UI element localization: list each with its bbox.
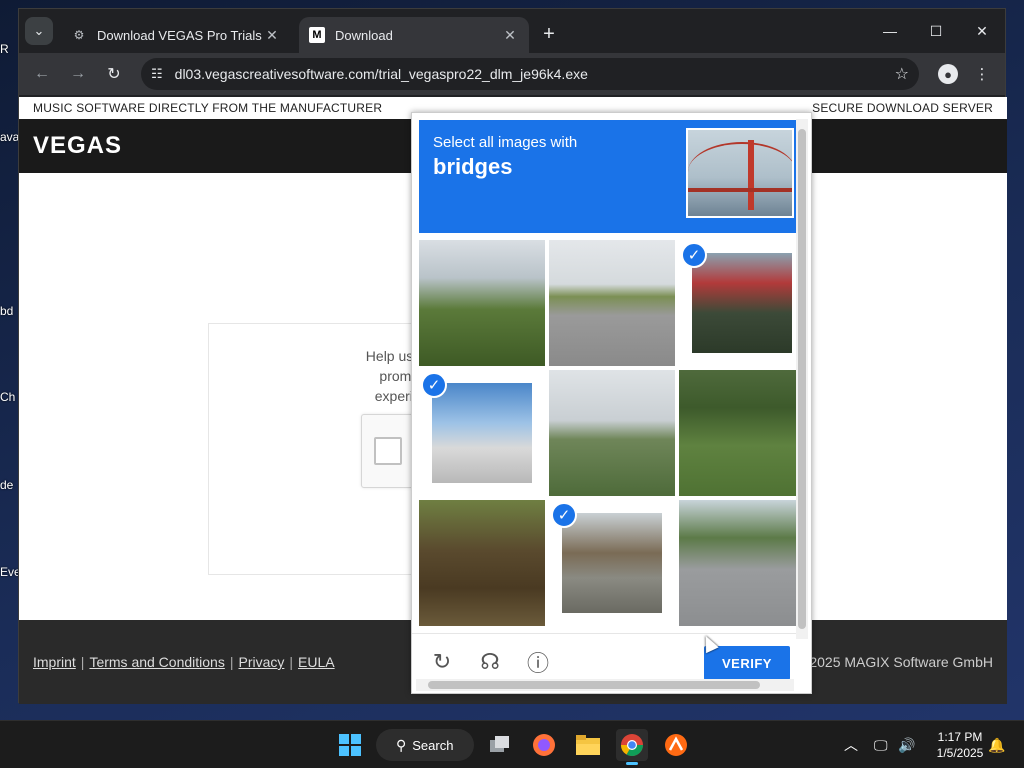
desktop-icon-label[interactable]: Ch (0, 390, 18, 404)
footer-link-imprint[interactable]: Imprint (33, 654, 76, 670)
tile-bridge-trees[interactable] (549, 370, 675, 496)
close-icon[interactable]: ✕ (501, 27, 519, 44)
tab-search-button[interactable]: ⌄ (25, 17, 53, 45)
tab-download[interactable]: M Download ✕ (299, 17, 529, 53)
footer-link-eula[interactable]: EULA (298, 654, 335, 670)
tab-title: Download (335, 27, 393, 43)
desktop-icon-label[interactable]: de (0, 478, 18, 492)
tile-overpass-road[interactable] (549, 240, 675, 366)
tile-curved-bridge[interactable]: ✓ (419, 370, 545, 496)
url-text: dl03.vegascreativesoftware.com/trial_veg… (174, 66, 588, 82)
file-explorer-icon[interactable] (572, 729, 604, 761)
tile-bushes[interactable] (419, 500, 545, 626)
menu-button[interactable]: ⋮ (967, 59, 997, 89)
secure-server-label: SECURE DOWNLOAD SERVER (812, 101, 993, 115)
minimize-button[interactable]: — (867, 9, 913, 53)
forward-button[interactable]: → (63, 59, 93, 89)
window-controls: — ☐ ✕ (867, 9, 1005, 53)
captcha-checkbox[interactable] (374, 437, 402, 465)
tile-highway-cars[interactable] (679, 500, 805, 626)
new-tab-button[interactable]: + (537, 23, 561, 46)
windows-logo-icon (339, 734, 361, 756)
profile-button[interactable]: ● (933, 59, 963, 89)
arrow-right-icon: → (70, 65, 86, 82)
image-grid: ✓ ✓ ✓ (419, 240, 805, 628)
tile-power-lines[interactable] (419, 240, 545, 366)
copyright-text: 2025 MAGIX Software GmbH (809, 654, 993, 670)
browser-toolbar: ← → ↻ ☷ dl03.vegascreativesoftware.com/t… (19, 53, 1005, 95)
footer-links: Imprint | Terms and Conditions | Privacy | EUL… (33, 654, 335, 670)
vertical-scrollbar[interactable] (796, 119, 808, 639)
verify-button[interactable]: VERIFY (704, 646, 790, 680)
address-bar[interactable]: ☷ dl03.vegascreativesoftware.com/trial_v… (141, 58, 919, 90)
tab-vegas-trials[interactable]: ⚙ Download VEGAS Pro Trials for ✕ (61, 17, 291, 53)
app-icon[interactable] (660, 729, 692, 761)
arrow-left-icon: ← (34, 65, 50, 82)
desktop-icon-label[interactable]: R (0, 42, 18, 56)
sample-bridge-image (686, 128, 794, 218)
desktop-icon-label[interactable]: ava (0, 130, 18, 144)
start-button[interactable] (334, 729, 366, 761)
site-info-icon[interactable]: ☷ (151, 66, 163, 82)
footer-link-terms[interactable]: Terms and Conditions (89, 654, 224, 670)
challenge-target: bridges (433, 154, 513, 179)
challenge-header: Select all images with bridges (419, 120, 796, 233)
checkmark-icon: ✓ (681, 242, 707, 268)
back-button[interactable]: ← (27, 59, 57, 89)
bookmark-star-icon[interactable]: ☆ (895, 64, 909, 84)
tab-strip: ⌄ ⚙ Download VEGAS Pro Trials for ✕ M Do… (19, 9, 1005, 53)
chrome-icon[interactable] (616, 729, 648, 765)
maximize-button[interactable]: ☐ (913, 9, 959, 53)
chevron-down-icon: ⌄ (33, 23, 45, 38)
person-icon: ● (938, 64, 958, 84)
tagline: MUSIC SOFTWARE DIRECTLY FROM THE MANUFAC… (33, 101, 383, 115)
close-window-button[interactable]: ✕ (959, 9, 1005, 53)
tile-lifeguard-tower[interactable]: ✓ (679, 240, 805, 366)
desktop-icon-label[interactable]: Eve (0, 565, 18, 579)
close-icon[interactable]: ✕ (263, 27, 281, 44)
tile-grass-field[interactable] (679, 370, 805, 496)
kebab-menu-icon: ⋮ (974, 66, 990, 83)
volume-icon[interactable]: 🔊 (898, 721, 915, 768)
checkmark-icon: ✓ (551, 502, 577, 528)
horizontal-scrollbar[interactable] (416, 679, 794, 691)
checkmark-icon: ✓ (421, 372, 447, 398)
captcha-challenge-popup: Select all images with bridges ✓ ✓ ✓ ↻ ☊… (411, 112, 812, 694)
search-label: Search (412, 737, 454, 753)
taskbar-search[interactable]: ⚲ Search (376, 729, 474, 761)
tile-railway-bridge[interactable]: ✓ (549, 500, 675, 626)
firefox-icon[interactable] (528, 729, 560, 761)
challenge-prompt: Select all images with (433, 134, 578, 151)
notification-bell-icon[interactable]: 🔔 (988, 721, 1005, 768)
challenge-footer: ↻ ☊ ⓘ VERIFY (412, 633, 798, 680)
taskbar: ⚲ Search ︿ 🖵 🔊 1:17 PM 1/5/2025 🔔 (0, 720, 1024, 768)
tab-title: Download VEGAS Pro Trials for (97, 27, 263, 43)
vegas-logo[interactable]: VEGAS (33, 132, 122, 160)
footer-link-privacy[interactable]: Privacy (238, 654, 284, 670)
chevron-up-icon: ︿ (844, 737, 858, 753)
info-icon[interactable]: ⓘ (524, 648, 552, 676)
search-icon: ⚲ (396, 736, 407, 753)
m-logo-icon: M (309, 27, 325, 43)
desktop-icon-label[interactable]: bd (0, 304, 18, 318)
task-view-icon[interactable] (484, 729, 516, 761)
network-icon[interactable]: 🖵 (874, 721, 888, 768)
headphones-icon[interactable]: ☊ (476, 648, 504, 676)
reload-button[interactable]: ↻ (99, 59, 129, 89)
refresh-icon[interactable]: ↻ (428, 648, 456, 676)
show-hidden-icons[interactable]: ︿ (844, 721, 858, 768)
reload-icon: ↻ (107, 66, 121, 83)
settings-icon: ⚙ (73, 28, 85, 42)
